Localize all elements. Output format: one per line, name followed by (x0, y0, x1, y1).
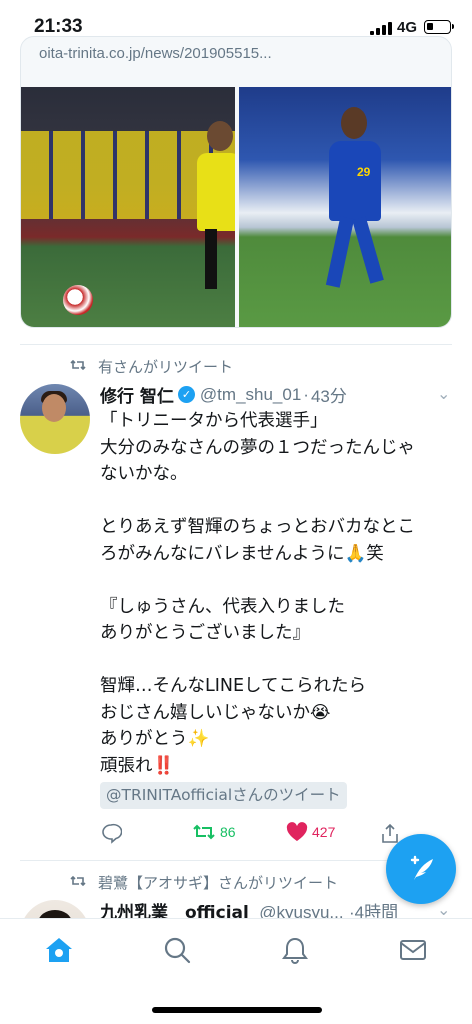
display-name[interactable]: 修行 智仁 (100, 382, 174, 407)
tab-home[interactable] (42, 933, 76, 967)
search-icon (164, 937, 191, 964)
avatar[interactable] (20, 384, 90, 454)
soccer-ball-image (63, 285, 93, 315)
tweet-text-line (100, 567, 450, 594)
retweet-icon (70, 874, 86, 892)
user-handle[interactable]: @tm_shu_01 (200, 385, 301, 405)
retweeted-by-label: 有さんがリツイート (98, 358, 234, 376)
tweet-actions: 86 427 (100, 822, 410, 850)
tab-search[interactable] (160, 933, 194, 967)
tweet-divider (20, 344, 452, 345)
tweet-text-line: ろがみんなにバレませんように🙏笑 (100, 543, 384, 564)
retweeted-by-label: 碧鷺【アオサギ】さんがリツイート (98, 874, 339, 892)
quoted-tweet-link[interactable]: @TRINITAofficialさんのツイート (100, 782, 347, 809)
photo-player-blue[interactable]: 29 (239, 87, 451, 327)
tab-notifications[interactable] (278, 933, 312, 967)
tweet-text[interactable]: 「トリニータから代表選手」大分のみなさんの夢の１つだったんじゃ ないかな。とりあえ… (100, 408, 450, 779)
home-icon (46, 938, 72, 962)
retweet-icon (193, 824, 215, 840)
status-time: 21:33 (34, 16, 83, 37)
share-icon (382, 823, 398, 843)
photo-player-yellow[interactable] (21, 87, 235, 327)
chevron-down-icon[interactable]: ⌄ (437, 900, 450, 919)
link-card[interactable]: oita-trinita.co.jp/news/201905515... 29 (20, 36, 452, 328)
battery-icon (424, 20, 454, 34)
retweet-icon (70, 358, 86, 376)
tweet-text-line (100, 647, 450, 674)
tweet-text-line: 大分のみなさんの夢の１つだったんじゃ (100, 437, 415, 458)
bell-icon (282, 937, 308, 964)
tweet-text-line: ないかな。 (100, 464, 188, 484)
tweet-header: 修行 智仁 ✓ @tm_shu_01 · 43分 (100, 382, 347, 408)
verified-badge-icon: ✓ (177, 386, 195, 403)
reply-icon (102, 823, 122, 844)
tweet-time[interactable]: 43分 (311, 382, 347, 407)
like-button[interactable]: 427 (286, 822, 335, 842)
tweet-text-line: 頑張れ‼️ (100, 755, 175, 776)
dot-separator: · (303, 384, 309, 404)
tweet-text-line (100, 488, 450, 515)
tweet-text-line: おじさん嬉しいじゃないか😭 (100, 702, 331, 723)
retweet-context[interactable]: 碧鷺【アオサギ】さんがリツイート (70, 872, 338, 893)
tweet-text-line: とりあえず智輝のちょっとおバカなとこ (100, 517, 415, 537)
home-indicator[interactable] (152, 1007, 322, 1013)
compose-button[interactable] (386, 834, 456, 904)
tweet-text-line: 『しゅうさん、代表入りました (100, 596, 345, 617)
compose-icon (410, 855, 433, 880)
tab-messages[interactable] (396, 933, 430, 967)
tweet-text-line: ありがとう✨ (100, 729, 210, 749)
signal-icon (370, 22, 392, 35)
share-button[interactable] (380, 822, 400, 844)
tweet-text-line: 智輝…そんなLINEしてこられたら (100, 676, 367, 696)
link-url[interactable]: oita-trinita.co.jp/news/201905515... (39, 45, 272, 62)
like-count: 427 (312, 824, 336, 840)
retweet-count: 86 (220, 824, 236, 840)
network-label: 4G (397, 19, 418, 36)
reply-button[interactable] (100, 822, 122, 844)
tweet-text-line: 「トリニータから代表選手」 (100, 411, 328, 431)
retweet-button[interactable]: 86 (192, 822, 236, 842)
tweet-text-line: ありがとうございました』 (100, 623, 310, 643)
mail-icon (400, 940, 426, 960)
retweet-context[interactable]: 有さんがリツイート (70, 356, 233, 377)
chevron-down-icon[interactable]: ⌄ (437, 384, 450, 403)
heart-icon (286, 822, 308, 841)
